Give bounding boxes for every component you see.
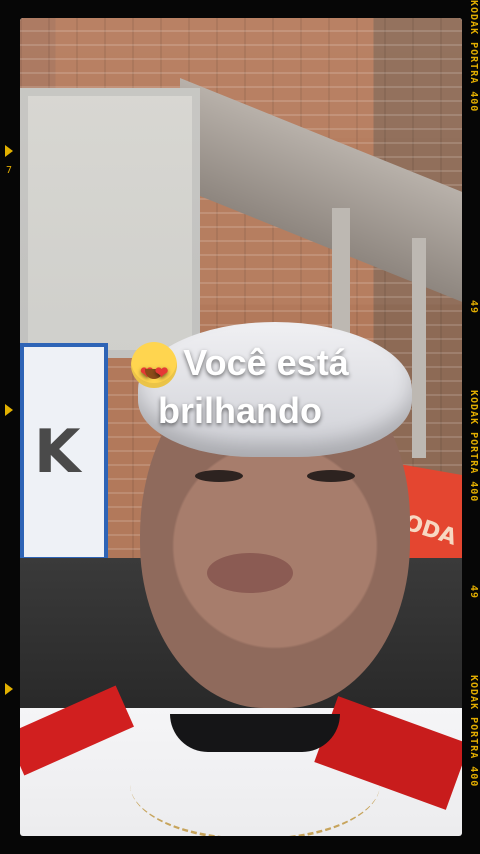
film-marker-icon	[5, 145, 13, 157]
frame-number: 7	[6, 165, 13, 176]
heart-eyes-emoji-icon	[131, 342, 178, 397]
caption-line-2: brilhando	[158, 390, 322, 432]
film-label: KODAK PORTRA 400	[468, 675, 479, 788]
necklace	[130, 728, 380, 836]
mouth	[207, 553, 293, 593]
eyes	[195, 468, 355, 488]
film-marker-icon	[5, 683, 13, 695]
metal-covering	[20, 88, 200, 358]
eye-left	[195, 470, 243, 482]
caption-line-1: Você está	[0, 340, 480, 397]
caption-text-1: Você está	[183, 342, 349, 383]
film-number: 49	[468, 585, 479, 600]
eye-right	[307, 470, 355, 482]
film-label: KODAK PORTRA 400	[468, 0, 479, 113]
film-number: 49	[468, 300, 479, 315]
caption-overlay: Você está brilhando	[0, 340, 480, 434]
